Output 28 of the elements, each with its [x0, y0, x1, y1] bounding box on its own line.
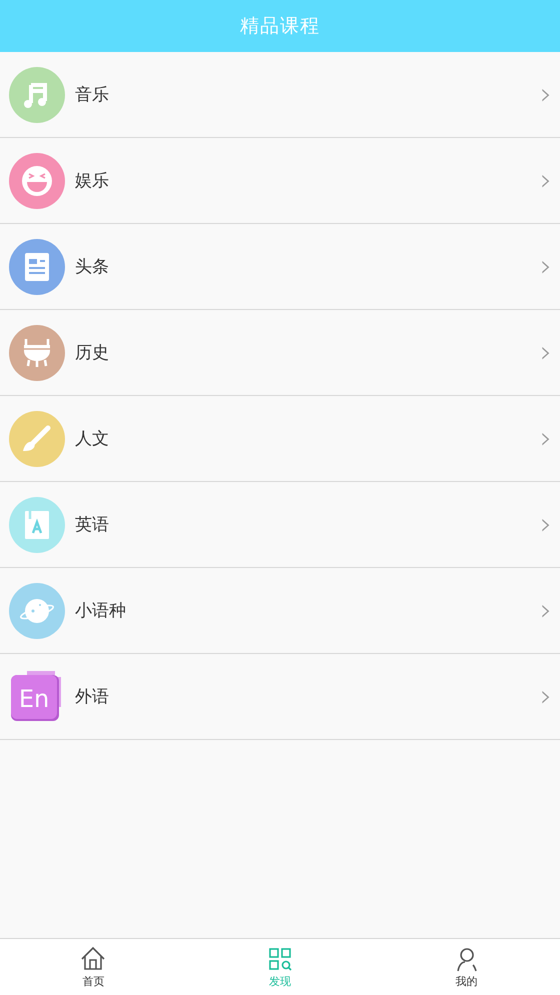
category-label: 音乐	[75, 84, 110, 106]
category-label: 头条	[75, 256, 110, 278]
category-label: 历史	[75, 342, 110, 364]
planet-icon	[9, 582, 65, 638]
newspaper-icon	[9, 238, 65, 294]
smiley-icon	[9, 152, 65, 208]
chevron-icon: ›	[540, 166, 552, 196]
chevron-icon: ›	[540, 682, 552, 712]
category-label: 小语种	[75, 600, 127, 622]
cauldron-icon	[9, 324, 65, 380]
category-label: 外语	[75, 686, 110, 708]
chevron-icon: ›	[540, 424, 552, 454]
category-label: 娱乐	[75, 170, 110, 192]
chevron-icon: ›	[540, 596, 552, 626]
category-label: 人文	[75, 428, 110, 450]
book-icon	[9, 496, 65, 552]
chevron-icon: ›	[540, 252, 552, 282]
nav-tab[interactable]: 我的	[373, 939, 560, 995]
nav-tab[interactable]: 首页	[0, 939, 187, 995]
home-icon	[80, 946, 106, 972]
category-label: 英语	[75, 514, 110, 536]
brush-icon	[9, 410, 65, 466]
chevron-icon: ›	[540, 338, 552, 368]
music-note-icon	[9, 66, 65, 122]
page-title: 精品课程	[240, 14, 320, 39]
chevron-icon: ›	[540, 80, 552, 110]
chevron-icon: ›	[540, 510, 552, 540]
grid-search-icon	[267, 946, 293, 972]
